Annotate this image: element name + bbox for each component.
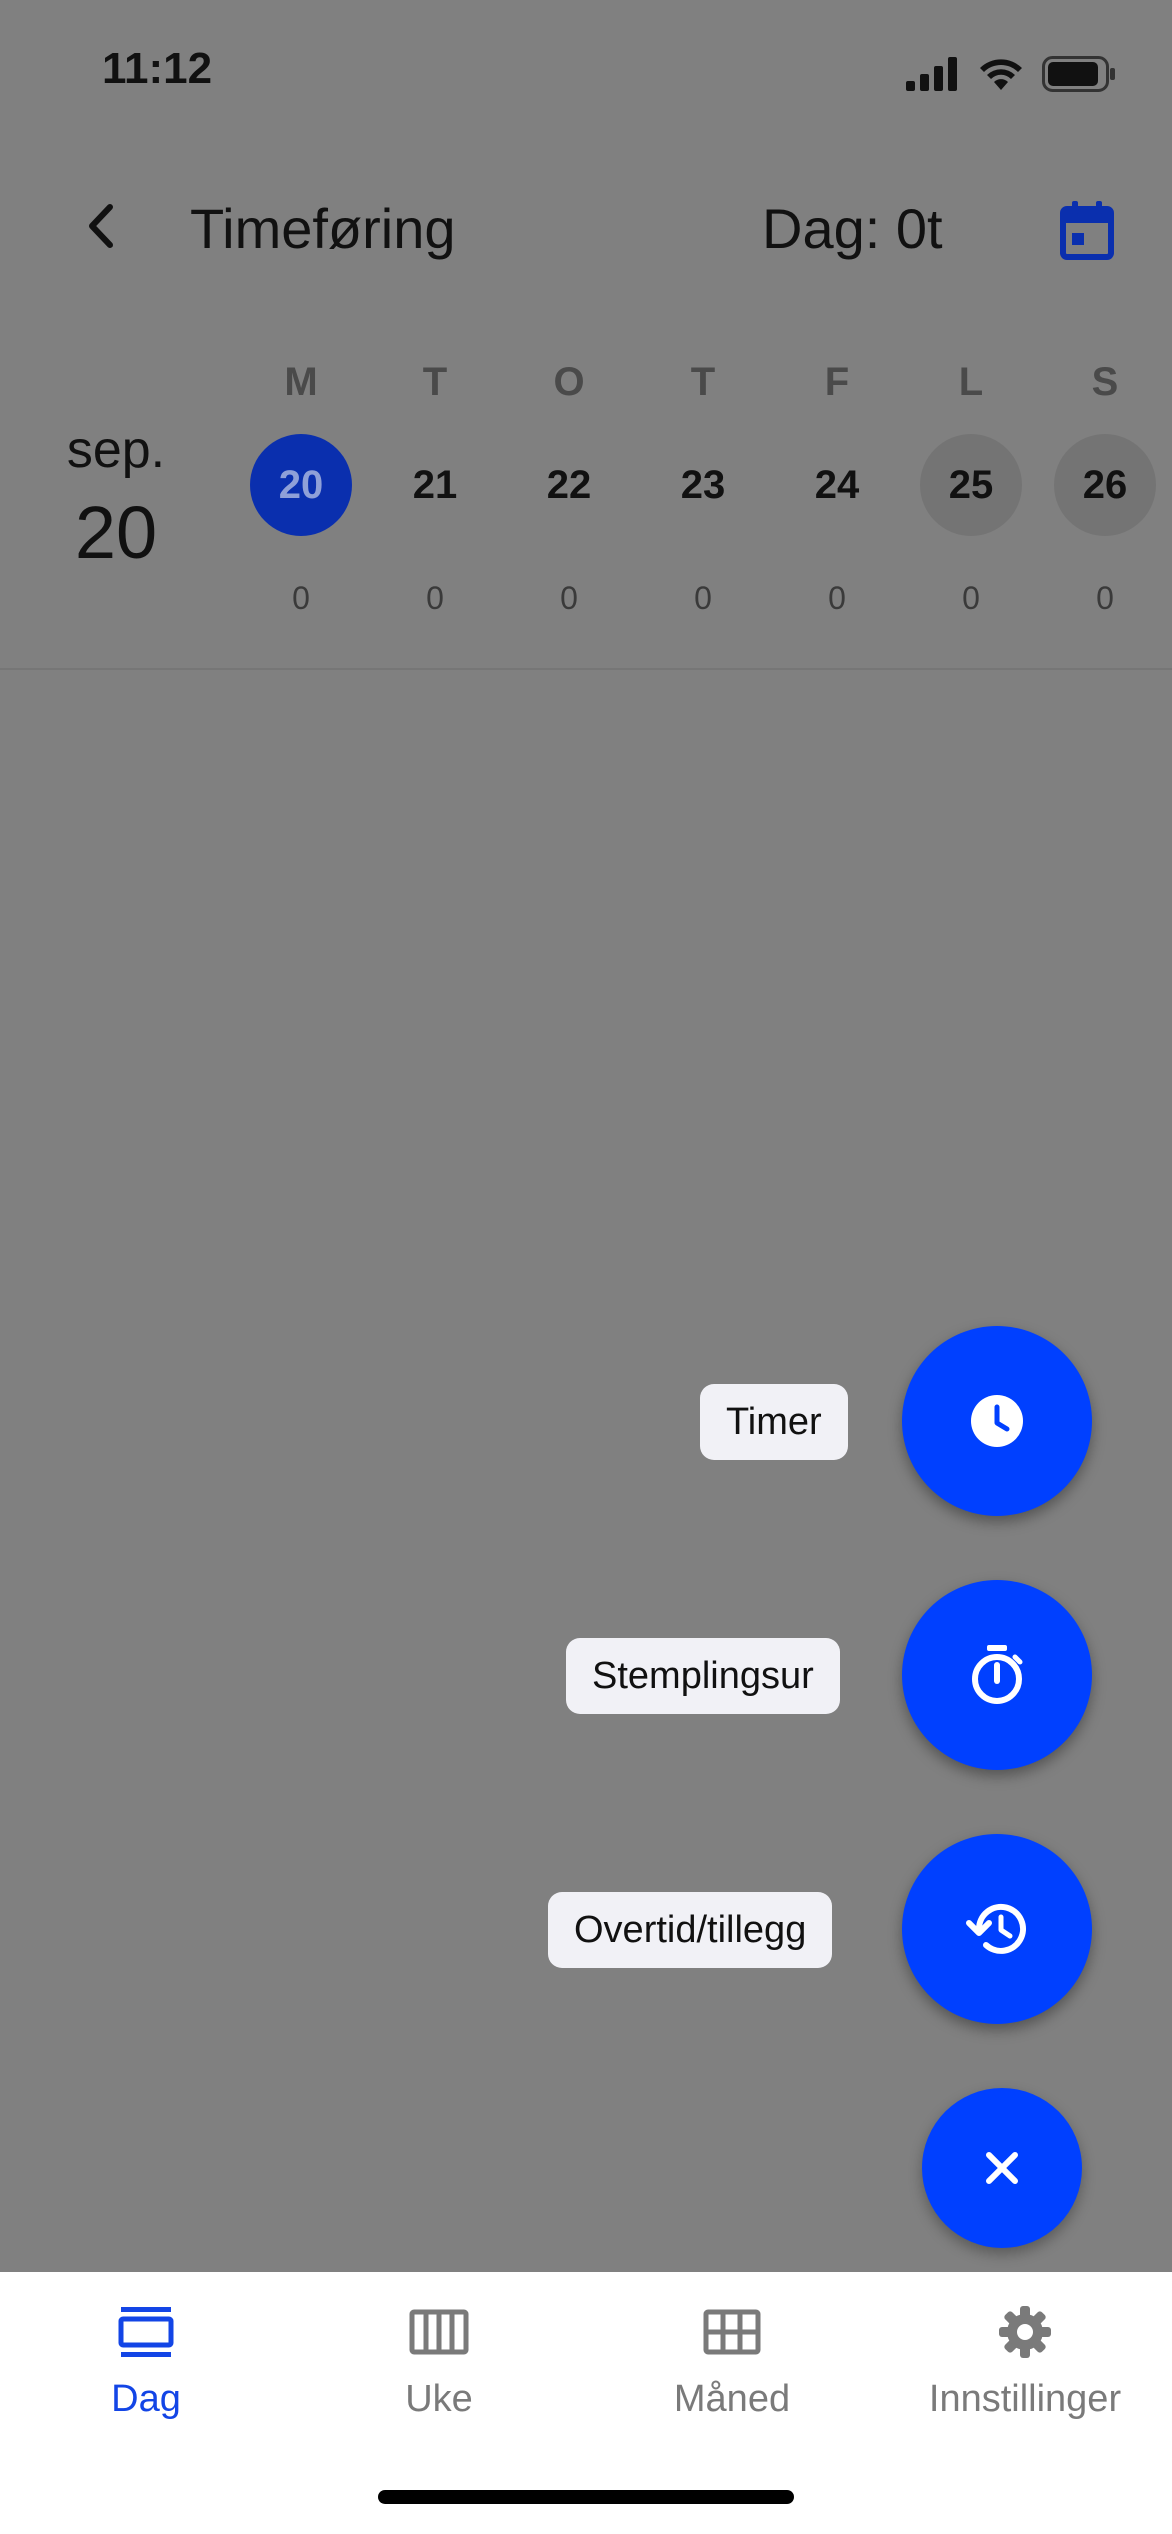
date-circle-selected[interactable]: 20: [250, 434, 352, 536]
nav-label: Måned: [673, 2378, 791, 2420]
date-circle-weekend[interactable]: 26: [1054, 434, 1156, 536]
week-day-2[interactable]: O 22 0: [502, 360, 636, 617]
day-hours: 0: [560, 580, 578, 616]
week-day-4[interactable]: F 24 0: [770, 360, 904, 617]
dim-overlay[interactable]: 11:12 Timeføring Dag: 0t sep. 20 M 20 0 …: [0, 0, 1172, 2272]
page-title: Timeføring: [190, 197, 456, 260]
wifi-icon: [980, 59, 1022, 90]
weekday-letter: S: [1091, 360, 1119, 404]
fab-overtid-label[interactable]: Overtid/tillegg: [548, 1892, 833, 1968]
day-hours: 0: [694, 580, 712, 616]
status-icons: [906, 56, 1116, 92]
cellular-signal-icon: [906, 57, 957, 91]
fab-stemplingsur-button[interactable]: [902, 1580, 1092, 1770]
fab-overtid-button[interactable]: [902, 1834, 1092, 2024]
home-indicator: [378, 2490, 794, 2504]
week-strip: M 20 0 T 21 0 O 22 0 T 23 0 F 24 0 L 25 …: [234, 360, 1172, 640]
calendar-button[interactable]: [1052, 196, 1122, 266]
nav-item-innstillinger[interactable]: Innstillinger: [895, 2292, 1155, 2421]
week-day-6[interactable]: S 26 0: [1038, 360, 1172, 617]
date-circle[interactable]: 23: [652, 434, 754, 536]
day-hours: 0: [962, 580, 980, 616]
day-hours: 0: [828, 580, 846, 616]
week-day-1[interactable]: T 21 0: [368, 360, 502, 617]
date-circle-weekend[interactable]: 25: [920, 434, 1022, 536]
weekday-letter: O: [553, 360, 585, 404]
weekday-letter: M: [284, 360, 318, 404]
week-view-icon: [409, 2309, 469, 2355]
weekday-letter: T: [422, 360, 448, 404]
status-time: 11:12: [102, 44, 213, 93]
selected-day: 20: [74, 491, 158, 574]
fab-timer-label[interactable]: Timer: [700, 1384, 848, 1460]
back-button[interactable]: [72, 196, 132, 256]
nav-item-uke[interactable]: Uke: [309, 2292, 569, 2421]
day-hours: 0: [426, 580, 444, 616]
app-screen: 11:12 Timeføring Dag: 0t sep. 20 M 20 0 …: [0, 0, 1172, 2534]
fab-timer-button[interactable]: [902, 1326, 1092, 1516]
date-circle[interactable]: 21: [384, 434, 486, 536]
fab-stemplingsur-label[interactable]: Stemplingsur: [566, 1638, 840, 1714]
close-icon: [986, 2152, 1018, 2184]
weekday-letter: F: [824, 360, 850, 404]
week-day-0[interactable]: M 20 0: [234, 360, 368, 617]
day-view-icon: [118, 2307, 174, 2357]
nav-label: Innstillinger: [928, 2378, 1122, 2420]
nav-item-dag[interactable]: Dag: [16, 2292, 276, 2421]
date-circle[interactable]: 24: [786, 434, 888, 536]
history-icon: [966, 1903, 1026, 1954]
date-circle[interactable]: 22: [518, 434, 620, 536]
day-hours: 0: [292, 580, 310, 616]
weekday-letter: T: [690, 360, 716, 404]
nav-label: Dag: [111, 2378, 181, 2420]
gear-icon: [999, 2306, 1051, 2358]
selected-month: sep.: [66, 421, 166, 479]
battery-icon: [1042, 56, 1115, 92]
calendar-icon: [1060, 201, 1114, 260]
weekday-letter: L: [958, 360, 984, 404]
stopwatch-icon: [972, 1645, 1023, 1704]
nav-label: Uke: [405, 2378, 473, 2420]
week-day-5[interactable]: L 25 0: [904, 360, 1038, 617]
month-grid-icon: [703, 2309, 761, 2355]
fab-close-button[interactable]: [922, 2088, 1082, 2248]
week-day-3[interactable]: T 23 0: [636, 360, 770, 617]
chevron-left-icon: [89, 204, 113, 248]
day-hours: 0: [1096, 580, 1114, 616]
nav-item-maned[interactable]: Måned: [602, 2292, 862, 2421]
header-divider: [0, 668, 1172, 670]
day-total: Dag: 0t: [762, 197, 943, 260]
clock-icon: [971, 1395, 1023, 1447]
